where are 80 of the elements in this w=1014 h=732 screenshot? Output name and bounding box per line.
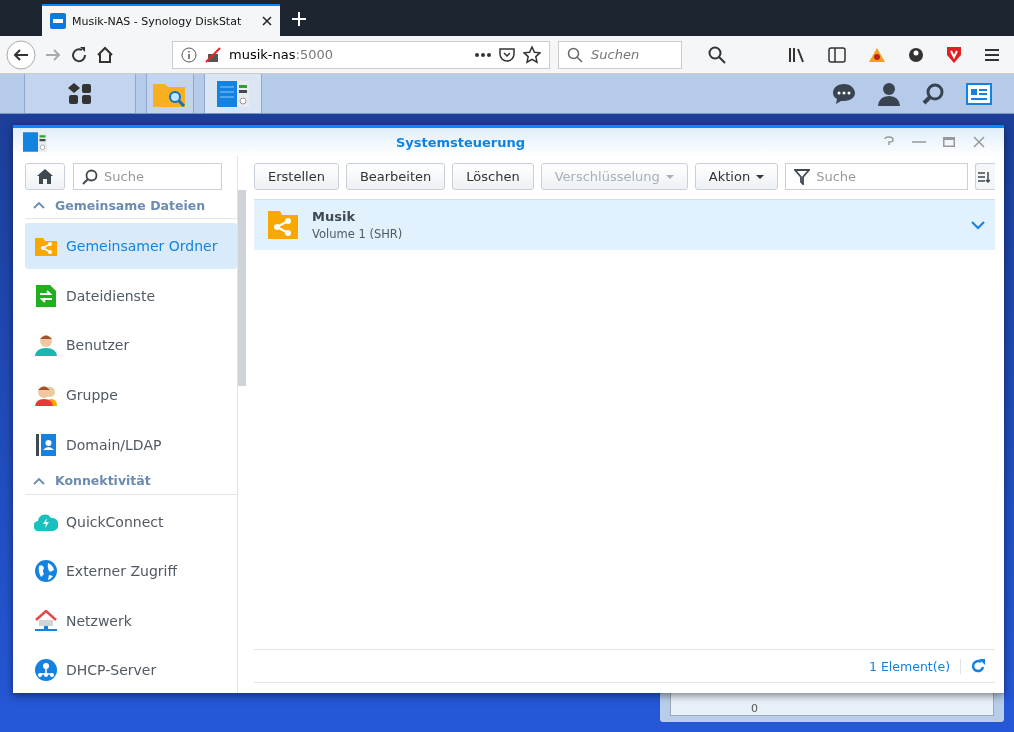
shield-icon[interactable] <box>946 45 962 64</box>
widgets-icon[interactable] <box>966 82 992 105</box>
home-icon[interactable] <box>96 45 114 64</box>
sidebar-item[interactable]: Benutzer <box>25 322 237 369</box>
refresh-icon <box>971 659 986 673</box>
sort-button[interactable] <box>975 163 996 190</box>
network-server-icon <box>35 659 57 682</box>
address-bar[interactable]: musik-nas:5000 <box>172 40 550 69</box>
search-icon <box>82 168 98 185</box>
help-icon <box>884 136 894 148</box>
list-row[interactable]: Musik Volume 1 (SHR) <box>254 200 996 250</box>
control-panel-icon <box>23 131 47 153</box>
contact-book-icon <box>36 433 56 456</box>
extension-icon[interactable] <box>868 46 886 63</box>
window-title: Systemsteuerung <box>394 134 527 150</box>
section-header[interactable]: Konnektivität <box>25 467 237 495</box>
sidebar-item[interactable]: DHCP-Server <box>25 647 237 694</box>
insecure-lock-icon <box>205 46 221 63</box>
search-field[interactable]: Suchen <box>558 40 682 69</box>
pocket-icon[interactable] <box>499 46 515 63</box>
close-icon[interactable] <box>262 16 272 26</box>
menu-icon[interactable] <box>984 47 1000 62</box>
control-panel-icon <box>217 80 249 107</box>
toolbar-button[interactable]: Erstellen <box>254 163 339 190</box>
taskbar-app[interactable] <box>24 74 136 113</box>
sidebar-item[interactable]: Domain/LDAP <box>25 421 237 468</box>
globe-icon <box>35 560 57 583</box>
tab-title: Musik-NAS - Synology DiskStat <box>72 14 243 28</box>
user-icon <box>35 334 57 357</box>
filter-icon <box>794 168 811 185</box>
new-tab-icon[interactable] <box>292 12 306 26</box>
library-icon[interactable] <box>788 46 806 63</box>
chevron-up-icon <box>33 476 45 485</box>
maximize-icon <box>943 137 955 147</box>
user-icon[interactable] <box>878 81 900 106</box>
toolbar-button[interactable]: Bearbeiten <box>345 163 446 190</box>
house-network-icon <box>34 609 58 632</box>
volume-label: Volume 1 (SHR) <box>312 227 404 241</box>
group-icon <box>35 383 57 406</box>
section-header[interactable]: Gemeinsame Dateien <box>25 192 237 220</box>
taskbar-app[interactable] <box>146 74 194 113</box>
cloud-icon <box>34 512 58 531</box>
shared-folder-icon <box>35 236 57 257</box>
close-icon <box>973 136 985 148</box>
search-icon <box>567 46 583 63</box>
sidebar-item[interactable]: Dateidienste <box>25 273 237 319</box>
star-icon[interactable] <box>523 45 541 64</box>
chat-icon[interactable] <box>832 82 856 105</box>
reload-icon[interactable] <box>70 45 88 64</box>
apps-grid-icon <box>68 82 92 105</box>
caret-icon <box>665 174 674 179</box>
item-count: 1 Element(e) <box>869 658 962 674</box>
folder-name: Musik <box>312 209 357 224</box>
sidebar-item[interactable]: Gruppe <box>25 372 237 418</box>
toolbar-button[interactable]: Löschen <box>452 163 534 190</box>
sort-icon <box>978 170 991 183</box>
home-button[interactable] <box>25 163 65 190</box>
back-icon[interactable] <box>6 39 36 70</box>
more-icon[interactable] <box>475 52 491 57</box>
file-transfer-icon <box>36 284 56 307</box>
account-icon[interactable] <box>908 46 924 63</box>
search-icon[interactable] <box>708 45 726 64</box>
minimize-icon <box>912 140 926 144</box>
refresh-button[interactable] <box>971 659 986 673</box>
axis-label: 0 <box>751 702 758 715</box>
shared-folder-icon <box>268 211 298 239</box>
url-text: musik-nas:5000 <box>229 47 334 62</box>
home-icon <box>37 169 53 184</box>
info-icon <box>181 46 197 63</box>
chevron-down-icon[interactable] <box>971 220 986 230</box>
site-icon <box>50 13 66 29</box>
caret-icon <box>756 174 765 179</box>
toolbar-button[interactable]: Aktion <box>694 163 779 190</box>
browser-tab[interactable]: Musik-NAS - Synology DiskStat <box>42 4 280 36</box>
sidebar-item[interactable]: Netzwerk <box>25 597 237 644</box>
sidebar-item[interactable]: Externer Zugriff <box>25 548 237 594</box>
sidebar-item[interactable]: QuickConnect <box>25 498 237 545</box>
search-icon[interactable] <box>922 82 944 105</box>
sidebar-icon[interactable] <box>828 46 846 63</box>
chevron-up-icon <box>33 201 45 210</box>
